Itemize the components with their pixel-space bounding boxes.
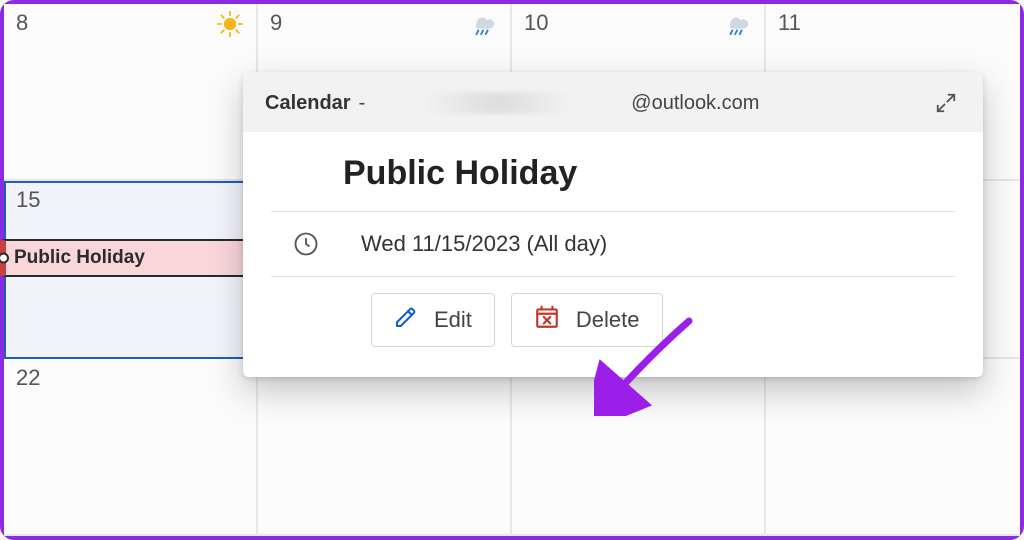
edit-button-label: Edit bbox=[434, 307, 472, 333]
sunny-icon bbox=[216, 10, 244, 38]
event-details-popup: Calendar - @outlook.com Public Holiday W… bbox=[243, 72, 983, 377]
popup-header: Calendar - @outlook.com bbox=[243, 72, 983, 132]
edit-button[interactable]: Edit bbox=[371, 293, 495, 347]
calendar-name-label: Calendar bbox=[265, 92, 351, 115]
day-number: 9 bbox=[270, 10, 282, 36]
delete-button-label: Delete bbox=[576, 307, 640, 333]
calendar-delete-icon bbox=[534, 304, 560, 336]
day-cell[interactable] bbox=[258, 359, 512, 536]
email-redacted bbox=[373, 92, 623, 114]
rain-icon bbox=[468, 10, 498, 36]
pencil-icon bbox=[394, 305, 418, 335]
day-number: 15 bbox=[16, 187, 40, 213]
event-time-row: Wed 11/15/2023 (All day) bbox=[271, 212, 955, 276]
event-time-text: Wed 11/15/2023 (All day) bbox=[361, 231, 607, 257]
day-number: 10 bbox=[524, 10, 548, 36]
delete-button[interactable]: Delete bbox=[511, 293, 663, 347]
event-title: Public Holiday bbox=[343, 154, 955, 193]
day-cell[interactable]: 8 bbox=[4, 4, 258, 181]
day-cell-selected[interactable]: 15 Public Holiday bbox=[4, 181, 258, 358]
rain-icon bbox=[722, 10, 752, 36]
account-email-suffix: @outlook.com bbox=[631, 92, 759, 115]
event-pill-title: Public Holiday bbox=[14, 247, 145, 268]
clock-icon bbox=[289, 230, 323, 258]
separator-dash: - bbox=[359, 92, 366, 115]
day-number: 11 bbox=[778, 10, 801, 36]
calendar-event-pill[interactable]: Public Holiday bbox=[0, 239, 260, 277]
resize-handle-left-icon[interactable] bbox=[0, 253, 9, 264]
day-number: 22 bbox=[16, 365, 40, 391]
day-cell[interactable]: 22 bbox=[4, 359, 258, 536]
day-number: 8 bbox=[16, 10, 28, 36]
expand-icon[interactable] bbox=[931, 88, 961, 118]
popup-body: Public Holiday Wed 11/15/2023 (All day) … bbox=[243, 132, 983, 377]
day-cell[interactable] bbox=[766, 359, 1020, 536]
popup-action-row: Edit Delete bbox=[271, 277, 955, 353]
day-cell[interactable] bbox=[512, 359, 766, 536]
